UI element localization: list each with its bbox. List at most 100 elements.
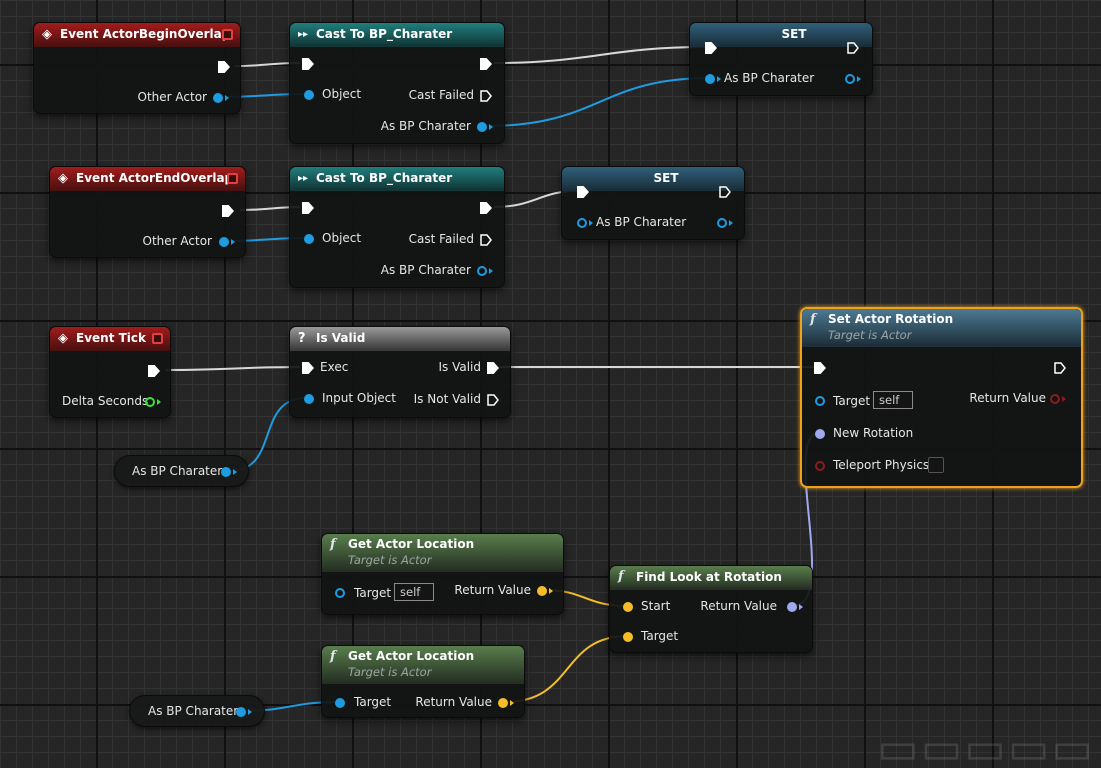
other-actor-pin[interactable] — [219, 237, 229, 247]
target-pin[interactable] — [623, 632, 633, 642]
cast-failed-exec-pin[interactable] — [480, 234, 492, 246]
node-set-actor-rotation[interactable]: f Set Actor Rotation Target is Actor Targe… — [800, 307, 1083, 488]
exec-out-pin[interactable] — [148, 365, 160, 377]
pin-arrow-icon — [1062, 396, 1066, 402]
start-pin[interactable] — [623, 602, 633, 612]
return-value-pin[interactable] — [1050, 394, 1060, 404]
teleport-physics-checkbox[interactable] — [928, 457, 944, 473]
node-find-look-at-rotation[interactable]: f Find Look at Rotation Start Return Valu… — [609, 565, 813, 653]
cast-failed-exec-pin[interactable] — [480, 90, 492, 102]
as-bp-charater-in-pin[interactable] — [705, 74, 715, 84]
is-valid-exec-pin[interactable] — [487, 362, 499, 374]
pin-arrow-icon — [248, 709, 252, 715]
delegate-pin-icon[interactable] — [152, 333, 163, 344]
pin-label: Other Actor — [142, 234, 212, 248]
pin-arrow-icon — [729, 220, 733, 226]
pin-label: Return Value — [454, 583, 531, 597]
pin-label: Start — [641, 599, 671, 613]
exec-out-pin[interactable] — [480, 58, 492, 70]
exec-in-pin[interactable] — [302, 362, 314, 374]
exec-out-pin[interactable] — [480, 202, 492, 214]
return-value-pin[interactable] — [498, 698, 508, 708]
node-set[interactable]: SET As BP Charater — [689, 22, 873, 96]
delegate-pin-icon[interactable] — [227, 173, 238, 184]
node-event-begin-overlap[interactable]: ◈ Event ActorBeginOverlap Other Actor — [33, 22, 241, 114]
exec-out-pin[interactable] — [847, 42, 859, 54]
exec-in-pin[interactable] — [302, 202, 314, 214]
pin-label: As BP Charater — [596, 215, 687, 229]
pin-arrow-icon — [489, 268, 493, 274]
node-get-actor-location[interactable]: f Get Actor Location Target is Actor Targe… — [321, 533, 564, 615]
node-get-actor-location[interactable]: f Get Actor Location Target is Actor Targe… — [321, 645, 525, 718]
node-title: Cast To BP_Charater — [316, 171, 453, 185]
pin-label: Object — [322, 87, 362, 101]
teleport-physics-pin[interactable] — [815, 461, 825, 471]
other-actor-pin[interactable] — [213, 93, 223, 103]
exec-in-pin[interactable] — [814, 362, 826, 374]
node-cast-to-bp-charater[interactable]: ▸▸ Cast To BP_Charater Object Cast Failed… — [289, 166, 505, 288]
target-pin[interactable] — [335, 588, 345, 598]
target-self-field[interactable]: self — [873, 391, 913, 409]
as-bp-charater-pin[interactable] — [477, 122, 487, 132]
pin-arrow-icon — [231, 239, 235, 245]
delta-seconds-pin[interactable] — [145, 397, 155, 407]
node-cast-to-bp-charater[interactable]: ▸▸ Cast To BP_Charater Object Cast Failed… — [289, 22, 505, 144]
as-bp-charater-out-pin[interactable] — [845, 74, 855, 84]
function-icon: f — [330, 537, 336, 552]
pin-label: Cast Failed — [408, 232, 474, 246]
pin-label: As BP Charater — [380, 119, 471, 133]
object-pin[interactable] — [304, 90, 314, 100]
pin-label: Return Value — [700, 599, 777, 613]
node-is-valid[interactable]: ? Is Valid Exec Is Valid Input Object Is … — [289, 326, 511, 418]
node-event-end-overlap[interactable]: ◈ Event ActorEndOverlap Other Actor — [49, 166, 246, 258]
pin-arrow-icon — [589, 220, 593, 226]
event-diamond-icon: ◈ — [58, 331, 68, 346]
pin-label: Return Value — [969, 391, 1046, 405]
target-pin[interactable] — [815, 396, 825, 406]
node-title: Event ActorBeginOverlap — [60, 27, 231, 41]
exec-out-pin[interactable] — [1054, 362, 1066, 374]
variable-getter-as-bp-charater[interactable]: As BP Charater — [129, 695, 265, 727]
object-pin[interactable] — [304, 234, 314, 244]
event-diamond-icon: ◈ — [58, 171, 68, 186]
exec-out-pin[interactable] — [719, 186, 731, 198]
return-value-pin[interactable] — [787, 602, 797, 612]
exec-in-pin[interactable] — [302, 58, 314, 70]
target-self-field[interactable]: self — [394, 583, 434, 601]
node-subtitle: Target is Actor — [348, 665, 432, 679]
exec-out-pin[interactable] — [222, 205, 234, 217]
pin-label: Target — [833, 394, 871, 408]
pin-label: Teleport Physics — [833, 458, 930, 472]
delegate-pin-icon[interactable] — [222, 29, 233, 40]
exec-out-pin[interactable] — [218, 61, 230, 73]
return-value-pin[interactable] — [537, 586, 547, 596]
new-rotation-pin[interactable] — [815, 429, 825, 439]
target-pin[interactable] — [335, 698, 345, 708]
node-title: Cast To BP_Charater — [316, 27, 453, 41]
function-icon: f — [810, 312, 816, 327]
variable-out-pin[interactable] — [236, 707, 246, 717]
as-bp-charater-pin[interactable] — [477, 266, 487, 276]
node-event-tick[interactable]: ◈ Event Tick Delta Seconds — [49, 326, 171, 418]
as-bp-charater-in-pin[interactable] — [577, 218, 587, 228]
pin-label: Input Object — [322, 391, 396, 405]
node-title: Is Valid — [316, 331, 366, 345]
node-title: Get Actor Location — [348, 537, 475, 551]
pin-arrow-icon — [225, 95, 229, 101]
variable-getter-as-bp-charater[interactable]: As BP Charater — [114, 455, 249, 487]
node-set[interactable]: SET As BP Charater — [561, 166, 745, 240]
pin-arrow-icon — [510, 700, 514, 706]
node-subtitle: Target is Actor — [828, 328, 912, 342]
pin-label: Other Actor — [137, 90, 207, 104]
node-title: Find Look at Rotation — [636, 570, 782, 584]
node-title: Get Actor Location — [348, 649, 475, 663]
as-bp-charater-out-pin[interactable] — [717, 218, 727, 228]
pin-arrow-icon — [549, 588, 553, 594]
pin-label: Exec — [320, 360, 349, 374]
input-object-pin[interactable] — [304, 394, 314, 404]
function-icon: f — [330, 649, 336, 664]
pin-label: As BP Charater — [380, 263, 471, 277]
variable-label: As BP Charater — [132, 464, 223, 478]
variable-out-pin[interactable] — [221, 467, 231, 477]
is-not-valid-exec-pin[interactable] — [487, 394, 499, 406]
